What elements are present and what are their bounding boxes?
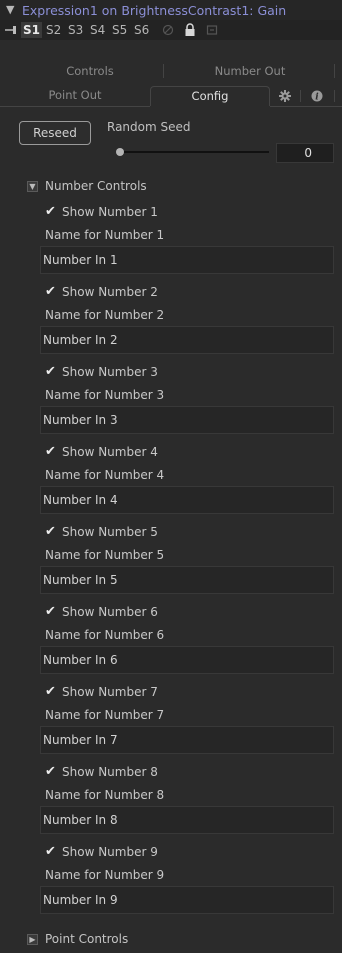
checkmark-icon: ✔ xyxy=(45,284,56,299)
tab-controls[interactable]: Controls xyxy=(20,62,160,80)
subset-s1[interactable]: S1 xyxy=(21,22,42,38)
show-number-label: Show Number 6 xyxy=(62,605,158,619)
tab-point-out[interactable]: Point Out xyxy=(0,86,150,104)
name-for-number-2-input[interactable]: Number In 2 xyxy=(40,326,334,354)
tab-number-out[interactable]: Number Out xyxy=(170,62,330,80)
checkmark-icon: ✔ xyxy=(45,844,56,859)
number-controls-toggle[interactable]: ▼ xyxy=(27,181,38,192)
name-for-number-4-input[interactable]: Number In 4 xyxy=(40,486,334,514)
info-icon[interactable]: i xyxy=(311,90,323,102)
point-controls-label: Point Controls xyxy=(45,932,129,946)
checkmark-icon: ✔ xyxy=(45,524,56,539)
name-for-number-7-input[interactable]: Number In 7 xyxy=(40,726,334,754)
name-for-number-2-label: Name for Number 2 xyxy=(45,308,165,322)
show-number-label: Show Number 3 xyxy=(62,365,158,379)
subset-s4[interactable]: S4 xyxy=(88,22,107,38)
subset-s2[interactable]: S2 xyxy=(44,22,63,38)
subset-bar: S1 S2 S3 S4 S5 S6 xyxy=(0,20,342,40)
random-seed-slider-handle[interactable] xyxy=(116,148,124,156)
show-number-label: Show Number 9 xyxy=(62,845,158,859)
show-number-label: Show Number 1 xyxy=(62,205,158,219)
tool-header: ▼ Expression1 on BrightnessContrast1: Ga… xyxy=(0,0,342,20)
number-controls-label: Number Controls xyxy=(45,179,147,193)
name-for-number-4-label: Name for Number 4 xyxy=(45,468,165,482)
subset-s6[interactable]: S6 xyxy=(132,22,151,38)
tool-title[interactable]: Expression1 on BrightnessContrast1: Gain xyxy=(22,3,286,18)
checkmark-icon: ✔ xyxy=(45,684,56,699)
show-number-label: Show Number 4 xyxy=(62,445,158,459)
tab-row-2: Point Out Config i xyxy=(0,86,342,106)
random-seed-value[interactable]: 0 xyxy=(276,143,334,163)
subset-s5[interactable]: S5 xyxy=(110,22,129,38)
disable-icon[interactable] xyxy=(162,24,174,36)
name-for-number-6-input[interactable]: Number In 6 xyxy=(40,646,334,674)
lock-icon[interactable] xyxy=(184,23,196,37)
point-controls-toggle[interactable]: ▶ xyxy=(27,934,38,945)
name-for-number-8-input[interactable]: Number In 8 xyxy=(40,806,334,834)
checkmark-icon: ✔ xyxy=(45,364,56,379)
subset-s3[interactable]: S3 xyxy=(66,22,85,38)
svg-text:i: i xyxy=(315,93,319,103)
name-for-number-3-label: Name for Number 3 xyxy=(45,388,165,402)
name-for-number-1-input[interactable]: Number In 1 xyxy=(40,246,334,274)
checkmark-icon: ✔ xyxy=(45,604,56,619)
random-seed-label: Random Seed xyxy=(107,120,191,134)
random-seed-slider[interactable] xyxy=(119,151,269,153)
name-for-number-1-label: Name for Number 1 xyxy=(45,228,165,242)
name-for-number-5-input[interactable]: Number In 5 xyxy=(40,566,334,594)
checkmark-icon: ✔ xyxy=(45,764,56,779)
show-number-label: Show Number 8 xyxy=(62,765,158,779)
name-for-number-8-label: Name for Number 8 xyxy=(45,788,165,802)
pin-icon[interactable] xyxy=(4,23,18,37)
name-for-number-9-input[interactable]: Number In 9 xyxy=(40,886,334,914)
reset-icon[interactable] xyxy=(206,24,218,36)
name-for-number-9-label: Name for Number 9 xyxy=(45,868,165,882)
name-for-number-6-label: Name for Number 6 xyxy=(45,628,165,642)
show-number-label: Show Number 2 xyxy=(62,285,158,299)
name-for-number-5-label: Name for Number 5 xyxy=(45,548,165,562)
name-for-number-7-label: Name for Number 7 xyxy=(45,708,165,722)
tab-config[interactable]: Config xyxy=(150,86,270,106)
chevron-down-icon[interactable]: ▼ xyxy=(6,3,14,16)
tab-row-1: Controls Number Out xyxy=(0,62,342,80)
checkmark-icon: ✔ xyxy=(45,444,56,459)
name-for-number-3-input[interactable]: Number In 3 xyxy=(40,406,334,434)
show-number-label: Show Number 5 xyxy=(62,525,158,539)
show-number-label: Show Number 7 xyxy=(62,685,158,699)
checkmark-icon: ✔ xyxy=(45,204,56,219)
reseed-button[interactable]: Reseed xyxy=(19,121,91,145)
gear-icon[interactable] xyxy=(278,89,292,103)
